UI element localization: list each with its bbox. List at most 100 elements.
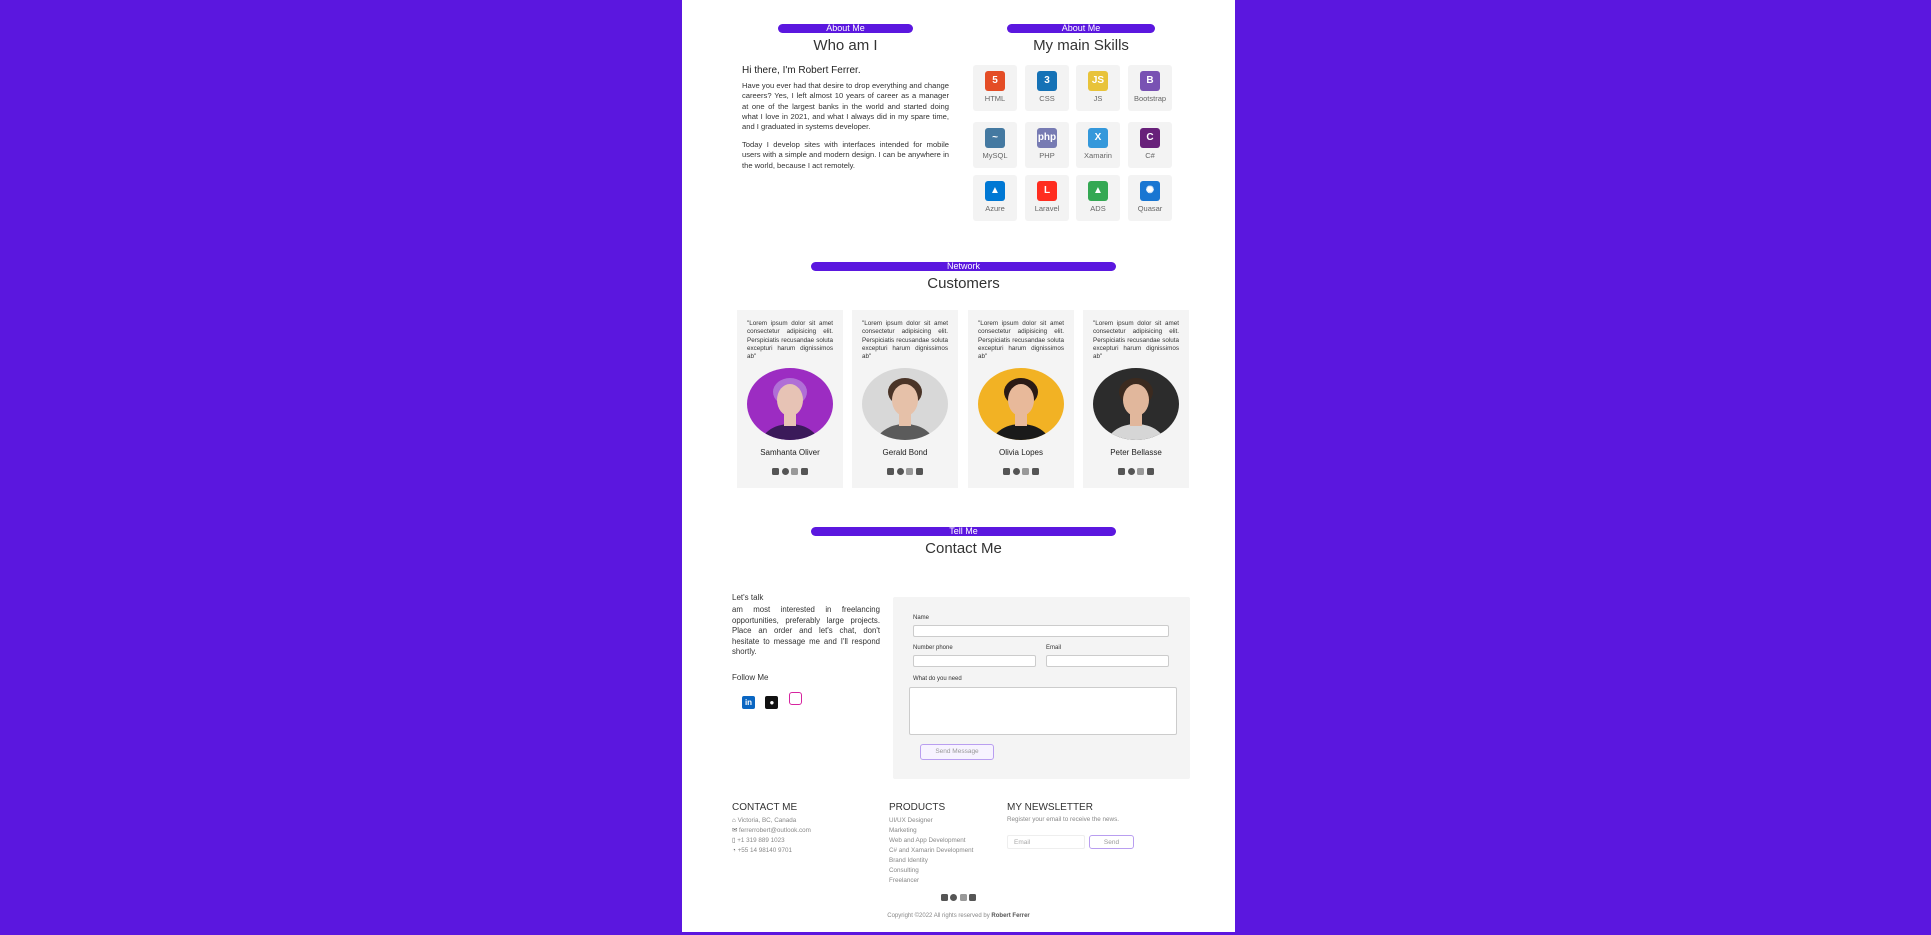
phone-field[interactable] (913, 655, 1036, 667)
customer-card: "Lorem ipsum dolor sit amet consectetur … (852, 310, 958, 488)
linkedin-icon[interactable]: in (742, 696, 755, 709)
customer-socials (1083, 468, 1189, 475)
instagram-icon[interactable] (791, 468, 799, 475)
footer-contact-item: ✉ ferrerrobert@outlook.com (732, 827, 811, 834)
google-ads-icon: ▲ (1088, 181, 1108, 201)
footer-product-link[interactable]: UI/UX Designer (889, 817, 933, 824)
tell-me-badge: Tell Me (811, 527, 1116, 536)
customers-title: Customers (927, 275, 1000, 292)
skill-label: JS (1093, 94, 1103, 103)
send-message-button[interactable]: Send Message (920, 744, 994, 760)
footer-product-link[interactable]: Web and App Development (889, 837, 966, 844)
need-label: What do you need (913, 676, 962, 682)
xamarin-icon: X (1088, 128, 1108, 148)
customer-card: "Lorem ipsum dolor sit amet consectetur … (968, 310, 1074, 488)
skill-azure: ▲ Azure (973, 175, 1017, 221)
mail-icon[interactable] (1031, 468, 1039, 475)
customer-card: "Lorem ipsum dolor sit amet consectetur … (737, 310, 843, 488)
woman-yellow-bg-photo (978, 368, 1064, 440)
name-field[interactable] (913, 625, 1169, 637)
skills-badge: About Me (1007, 24, 1155, 33)
skill-mysql: ~ MySQL (973, 122, 1017, 168)
contact-blurb: am most interested in freelancing opport… (732, 605, 880, 656)
about-badge: About Me (778, 24, 913, 33)
skill-label: PHP (1039, 151, 1055, 160)
skill-label: Laravel (1034, 204, 1060, 213)
csharp-icon: C (1140, 128, 1160, 148)
mail-icon[interactable] (915, 468, 923, 475)
customer-socials (737, 468, 843, 475)
mail-icon[interactable] (800, 468, 808, 475)
skill-quasar: ✺ Quasar (1128, 175, 1172, 221)
mail-icon[interactable] (1146, 468, 1154, 475)
skill-label: MySQL (982, 151, 1008, 160)
footer-product-link[interactable]: Brand Identity (889, 857, 928, 864)
footer-products-title: PRODUCTS (889, 802, 946, 813)
php-icon: php (1037, 128, 1057, 148)
newsletter-text: Register your email to receive the news. (1007, 816, 1119, 823)
customer-quote: "Lorem ipsum dolor sit amet consectetur … (747, 320, 833, 361)
github-icon[interactable]: ● (765, 696, 779, 709)
skills-title: My main Skills (1033, 37, 1129, 54)
github-icon[interactable] (950, 894, 958, 901)
skill-js: JS JS (1076, 65, 1120, 111)
skill-label: Bootstrap (1133, 94, 1167, 103)
github-icon[interactable] (1127, 468, 1135, 475)
instagram-icon[interactable] (906, 468, 914, 475)
laravel-icon: L (1037, 181, 1057, 201)
about-paragraph-2: Today I develop sites with interfaces in… (742, 140, 949, 170)
azure-icon: ▲ (985, 181, 1005, 201)
instagram-icon[interactable] (1137, 468, 1145, 475)
instagram-icon[interactable] (959, 894, 967, 901)
linkedin-icon[interactable] (887, 468, 895, 475)
network-badge: Network (811, 262, 1116, 271)
footer-product-link[interactable]: Freelancer (889, 877, 919, 884)
github-icon[interactable] (781, 468, 789, 475)
customer-socials (852, 468, 958, 475)
contact-form: Name Number phone Email What do you need… (893, 597, 1190, 779)
customer-name: Olivia Lopes (998, 448, 1044, 457)
instagram-icon[interactable] (788, 692, 802, 705)
html5-icon: 5 (985, 71, 1005, 91)
skill-html: 5 HTML (973, 65, 1017, 111)
footer-contact-item: ⌂ Victoria, BC, Canada (732, 817, 796, 824)
footer-contact-item: ◔ +55 14 98140 9701 (732, 847, 792, 854)
mail-icon[interactable] (969, 894, 977, 901)
email-field[interactable] (1046, 655, 1169, 667)
skill-bootstrap: B Bootstrap (1128, 65, 1172, 111)
footer-contact-text: ferrerrobert@outlook.com (739, 827, 811, 834)
instagram-icon[interactable] (1022, 468, 1030, 475)
skill-label: C# (1145, 151, 1155, 160)
copyright-text: Copyright ©2022 All rights reserved by (887, 913, 990, 919)
copyright: Copyright ©2022 All rights reserved by R… (682, 913, 1235, 919)
name-label: Name (913, 615, 930, 621)
footer-contact-title: CONTACT ME (732, 802, 798, 813)
newsletter-send-button[interactable]: Send (1089, 835, 1134, 849)
skill-label: Quasar (1137, 204, 1163, 213)
follow-icons: in ● (742, 692, 802, 710)
skill-label: Xamarin (1084, 151, 1112, 160)
customer-quote: "Lorem ipsum dolor sit amet consectetur … (862, 320, 948, 361)
footer-product-link[interactable]: Marketing (889, 827, 917, 834)
github-icon[interactable] (896, 468, 904, 475)
skill-label: HTML (984, 94, 1006, 103)
need-textarea[interactable] (909, 687, 1177, 735)
newsletter-email-input[interactable]: Email (1007, 835, 1085, 849)
linkedin-icon[interactable] (772, 468, 780, 475)
footer-product-link[interactable]: Consulting (889, 867, 919, 874)
footer-product-link[interactable]: C# and Xamarin Development (889, 847, 973, 854)
phone-label: Number phone (913, 645, 953, 651)
contact-title: Contact Me (925, 540, 1002, 557)
linkedin-icon[interactable] (1003, 468, 1011, 475)
skill-css: 3 CSS (1025, 65, 1069, 111)
github-icon[interactable] (1012, 468, 1020, 475)
skill-xamarin: X Xamarin (1076, 122, 1120, 168)
about-greeting: Hi there, I'm Robert Ferrer. (742, 65, 861, 76)
about-paragraph-1: Have you ever had that desire to drop ev… (742, 81, 949, 132)
linkedin-icon[interactable] (940, 894, 948, 901)
customer-name: Gerald Bond (882, 448, 928, 457)
follow-me-label: Follow Me (732, 673, 769, 682)
footer-contact-item: ▯ +1 319 889 1023 (732, 837, 785, 844)
linkedin-icon[interactable] (1118, 468, 1126, 475)
customer-card: "Lorem ipsum dolor sit amet consectetur … (1083, 310, 1189, 488)
